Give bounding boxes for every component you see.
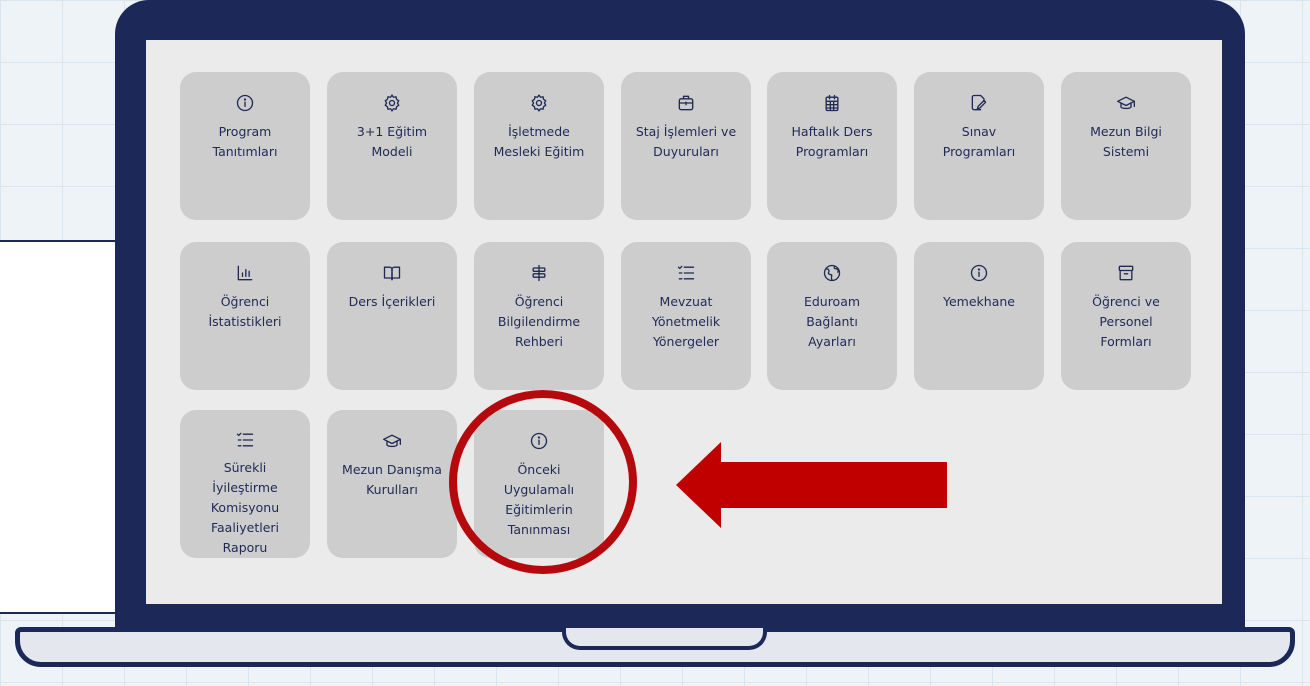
tile-label: Mezun Danışma Kurulları	[342, 462, 442, 497]
tile-label: Haftalık Ders Programları	[791, 124, 873, 159]
tile-staj-islemleri[interactable]: Staj İşlemleri ve Duyuruları	[621, 72, 751, 220]
document-edit-icon	[969, 92, 989, 114]
tile-yemekhane[interactable]: Yemekhane	[914, 242, 1044, 390]
checklist-icon	[235, 430, 255, 450]
pointer-arrow	[676, 442, 947, 528]
bar-chart-icon	[235, 262, 255, 284]
info-circle-icon	[529, 430, 549, 452]
tile-mezun-bilgi-sistemi[interactable]: Mezun Bilgi Sistemi	[1061, 72, 1191, 220]
tile-3-1-egitim-modeli[interactable]: 3+1 Eğitim Modeli	[327, 72, 457, 220]
tile-onceki-uygulamali-egitimlerin-taninmasi[interactable]: Önceki Uygulamalı Eğitimlerin Tanınması	[474, 410, 604, 558]
tile-label: Sürekli İyileştirme Komisyonu Faaliyetle…	[210, 460, 280, 555]
tile-program-tanitimlari[interactable]: Program Tanıtımları	[180, 72, 310, 220]
tile-label: Önceki Uygulamalı Eğitimlerin Tanınması	[503, 462, 575, 537]
tile-label: Sınav Programları	[942, 124, 1016, 159]
tile-label: İşletmede Mesleki Eğitim	[493, 124, 585, 159]
tile-label: Ders İçerikleri	[348, 294, 436, 309]
graduation-cap-icon	[1116, 92, 1136, 114]
checklist-icon	[676, 262, 696, 284]
info-circle-icon	[969, 262, 989, 284]
laptop-notch	[562, 628, 767, 650]
book-icon	[382, 262, 402, 284]
tile-label: Program Tanıtımları	[212, 124, 278, 159]
tile-label: Staj İşlemleri ve Duyuruları	[635, 124, 737, 159]
tile-label: Yemekhane	[943, 294, 1015, 309]
tile-label: Öğrenci Bilgilendirme Rehberi	[497, 294, 581, 349]
tile-ders-icerikleri[interactable]: Ders İçerikleri	[327, 242, 457, 390]
signpost-icon	[529, 262, 549, 284]
briefcase-icon	[676, 92, 696, 114]
archive-icon	[1116, 262, 1136, 284]
tile-ogrenci-bilgilendirme-rehberi[interactable]: Öğrenci Bilgilendirme Rehberi	[474, 242, 604, 390]
tile-mevzuat-yonetmelik[interactable]: Mevzuat Yönetmelik Yönergeler	[621, 242, 751, 390]
graduation-cap-icon	[382, 430, 402, 452]
tile-mezun-danisma-kurullari[interactable]: Mezun Danışma Kurulları	[327, 410, 457, 558]
tile-label: Öğrenci ve Personel Formları	[1092, 294, 1160, 349]
tile-eduroam-baglanti-ayarlari[interactable]: Eduroam Bağlantı Ayarları	[767, 242, 897, 390]
calendar-icon	[822, 92, 842, 114]
info-circle-icon	[235, 92, 255, 114]
tile-label: Mevzuat Yönetmelik Yönergeler	[651, 294, 721, 349]
tile-surekli-iyilestirme[interactable]: Sürekli İyileştirme Komisyonu Faaliyetle…	[180, 410, 310, 558]
tile-label: 3+1 Eğitim Modeli	[356, 124, 428, 159]
globe-icon	[822, 262, 842, 284]
tile-label: Öğrenci İstatistikleri	[208, 294, 282, 329]
tile-sinav-programlari[interactable]: Sınav Programları	[914, 72, 1044, 220]
gear-icon	[382, 92, 402, 114]
tile-haftalik-ders-programlari[interactable]: Haftalık Ders Programları	[767, 72, 897, 220]
tile-ogrenci-istatistikleri[interactable]: Öğrenci İstatistikleri	[180, 242, 310, 390]
tile-ogrenci-personel-formlari[interactable]: Öğrenci ve Personel Formları	[1061, 242, 1191, 390]
tile-isletmede-mesleki-egitim[interactable]: İşletmede Mesleki Eğitim	[474, 72, 604, 220]
tile-label: Eduroam Bağlantı Ayarları	[803, 294, 861, 349]
gear-icon	[529, 92, 549, 114]
tile-label: Mezun Bilgi Sistemi	[1090, 124, 1162, 159]
